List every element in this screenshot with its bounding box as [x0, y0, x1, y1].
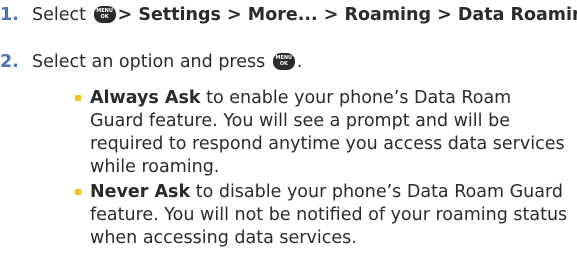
- menu-ok-key-icon: MENU OK: [93, 6, 116, 23]
- step-prefix: Select an option and press: [32, 52, 266, 72]
- step-number: 1.: [0, 5, 19, 25]
- step-prefix: Select: [32, 5, 86, 25]
- option-text: Never Ask to disable your phone’s Data R…: [90, 181, 570, 250]
- menu-ok-key-icon: MENU OK: [272, 53, 295, 70]
- menu-path: > Settings > More... > Roaming > Data Ro…: [117, 5, 577, 25]
- step-suffix: .: [296, 52, 303, 72]
- bullet-square-icon: [75, 95, 81, 101]
- step-number: 2.: [0, 52, 19, 72]
- bullet-square-icon: [75, 189, 81, 195]
- option-text: Always Ask to enable your phone’s Data R…: [90, 87, 570, 179]
- step-text: Select MENU OK > Settings > More... > Ro…: [32, 4, 577, 27]
- option-title: Always Ask: [90, 88, 201, 108]
- option-always-ask: Always Ask to enable your phone’s Data R…: [75, 87, 570, 179]
- option-title: Never Ask: [90, 182, 191, 202]
- option-never-ask: Never Ask to disable your phone’s Data R…: [75, 181, 570, 250]
- step-text: Select an option and press MENU OK .: [32, 51, 302, 74]
